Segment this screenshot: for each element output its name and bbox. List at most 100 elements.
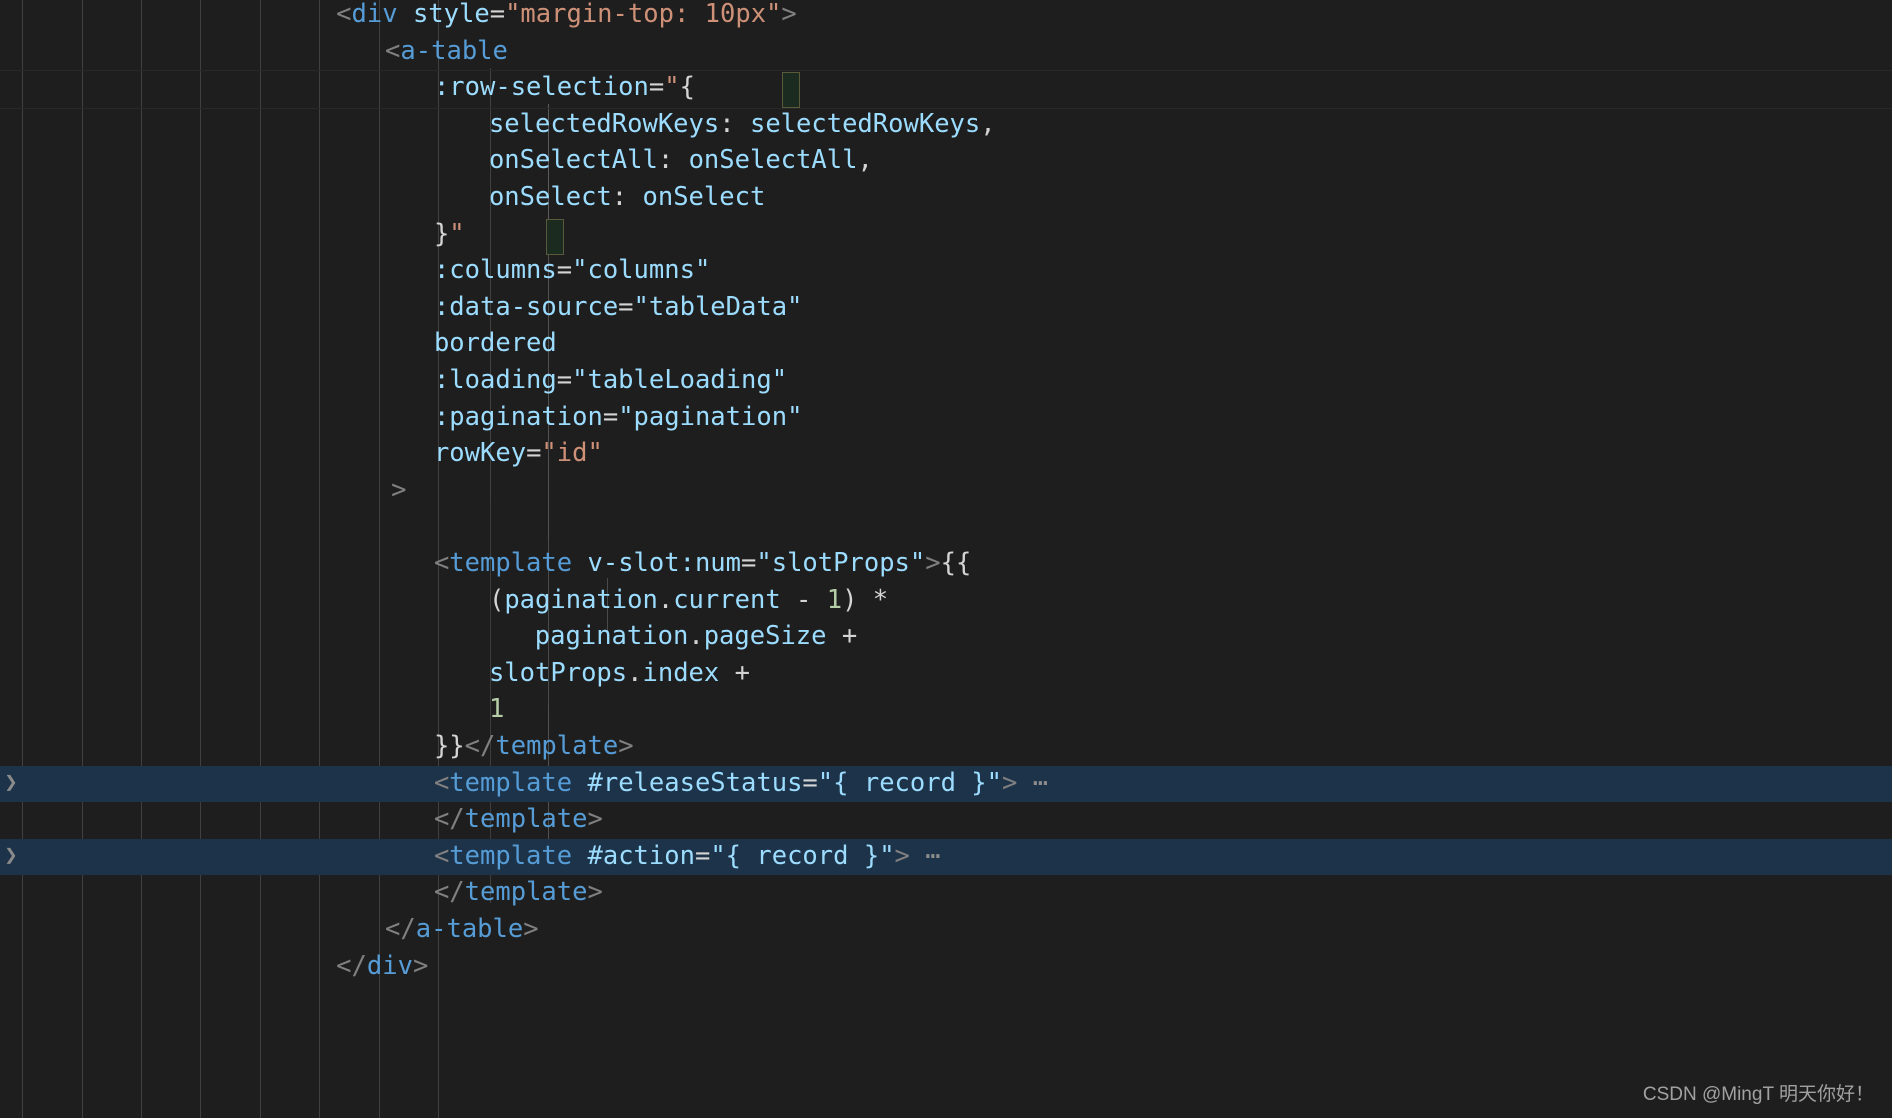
fold-chevron-icon[interactable]: ❯ xyxy=(2,765,20,802)
code-line[interactable]: <template v-slot:num="slotProps">{{ xyxy=(0,545,1892,582)
code-line[interactable]: pagination.pageSize + xyxy=(0,618,1892,655)
code-token: > xyxy=(894,840,910,871)
code-token: {{ xyxy=(940,548,972,578)
code-token: : xyxy=(719,108,750,139)
code-token: a-table xyxy=(415,914,524,944)
code-token: = xyxy=(556,255,573,286)
code-line[interactable]: }" xyxy=(0,216,1892,253)
code-token: : xyxy=(657,145,689,176)
code-token: + xyxy=(826,621,858,652)
code-token: template xyxy=(449,767,573,798)
code-token: " xyxy=(449,218,465,249)
code-line[interactable]: :data-source="tableData" xyxy=(0,289,1892,326)
code-token: > xyxy=(391,474,407,505)
code-line[interactable]: onSelectAll: onSelectAll, xyxy=(0,142,1892,179)
code-token: ⋯ xyxy=(909,840,941,871)
code-token: > xyxy=(587,877,603,908)
code-line[interactable]: onSelect: onSelect xyxy=(0,179,1892,216)
code-token: "slotProps" xyxy=(756,548,926,578)
code-token: onSelectAll xyxy=(688,145,858,176)
code-line[interactable]: :columns="columns" xyxy=(0,252,1892,289)
code-token: > xyxy=(925,548,941,578)
code-token: onSelect xyxy=(642,182,766,212)
code-token: = xyxy=(618,291,634,322)
code-token: template xyxy=(449,548,573,578)
code-line[interactable]: </div> xyxy=(0,948,1892,985)
code-line[interactable]: <template #releaseStatus="{ record }"> ⋯ xyxy=(0,765,1892,802)
code-line[interactable]: bordered xyxy=(0,325,1892,362)
code-token: </ xyxy=(385,914,416,944)
code-line[interactable]: slotProps.index + xyxy=(0,655,1892,692)
code-token: . xyxy=(657,584,674,615)
code-editor[interactable]: <div style="margin-top: 10px"> <a-table:r… xyxy=(0,0,1892,1118)
code-token: div xyxy=(351,0,398,29)
code-token: , xyxy=(857,145,873,176)
code-line[interactable] xyxy=(0,508,1892,545)
code-line[interactable]: </template> xyxy=(0,874,1892,911)
code-token: > xyxy=(1002,767,1018,798)
code-token: = xyxy=(648,72,665,103)
code-token: , xyxy=(980,108,996,139)
code-line[interactable]: :pagination="pagination" xyxy=(0,399,1892,436)
code-token: ( xyxy=(488,584,505,615)
code-token: template xyxy=(464,804,588,835)
code-token: :row-selection xyxy=(433,72,649,103)
code-token: current xyxy=(673,584,781,615)
code-line[interactable]: </a-table> xyxy=(0,911,1892,948)
fold-chevron-icon[interactable]: ❯ xyxy=(2,838,20,875)
code-token: pageSize xyxy=(703,621,827,652)
code-token: selectedRowKeys xyxy=(488,108,720,139)
code-token: = xyxy=(489,0,506,29)
code-line[interactable]: </template> xyxy=(0,801,1892,838)
code-token: </ xyxy=(336,950,367,981)
code-token: = xyxy=(741,548,757,578)
code-token: onSelectAll xyxy=(488,145,658,176)
code-token: div xyxy=(366,950,413,981)
code-line[interactable]: :row-selection="{ xyxy=(0,69,1892,106)
code-line[interactable]: }}</template> xyxy=(0,728,1892,765)
code-token: </ xyxy=(433,804,465,835)
code-token: onSelect xyxy=(488,182,612,212)
code-line[interactable]: > xyxy=(0,472,1892,509)
code-token: > xyxy=(587,804,603,835)
code-token: * xyxy=(857,584,889,615)
code-token: < xyxy=(433,767,450,798)
code-token: + xyxy=(719,657,750,688)
code-token: { xyxy=(679,72,695,103)
code-line[interactable]: rowKey="id" xyxy=(0,435,1892,472)
code-token: = xyxy=(526,438,542,469)
code-token: "tableData" xyxy=(633,291,803,322)
code-line[interactable]: <div style="margin-top: 10px"> xyxy=(0,0,1892,33)
code-token: :pagination xyxy=(433,401,603,432)
code-token: > xyxy=(781,0,797,29)
code-token: a-table xyxy=(400,35,508,66)
code-token: index xyxy=(642,657,720,688)
code-token: "{ record }" xyxy=(817,767,1003,798)
code-token: bordered xyxy=(433,328,557,359)
code-line[interactable]: 1 xyxy=(0,691,1892,728)
code-token: v-slot:num xyxy=(587,548,742,578)
code-token: template xyxy=(495,731,619,761)
code-token: 1 xyxy=(488,694,505,725)
code-lines[interactable]: <div style="margin-top: 10px"> <a-table:r… xyxy=(0,0,1892,1118)
code-token: :loading xyxy=(433,365,557,395)
code-token: slotProps xyxy=(488,657,628,688)
code-token: < xyxy=(433,548,450,578)
code-token: </ xyxy=(464,731,496,761)
code-token: : xyxy=(611,182,643,212)
code-line[interactable]: :loading="tableLoading" xyxy=(0,362,1892,399)
code-token: 1 xyxy=(826,584,843,615)
code-line[interactable]: (pagination.current - 1) * xyxy=(0,582,1892,619)
code-line[interactable]: selectedRowKeys: selectedRowKeys, xyxy=(0,106,1892,143)
code-token: </ xyxy=(433,877,465,908)
code-line[interactable]: <template #action="{ record }"> ⋯ xyxy=(0,838,1892,875)
code-token: "pagination" xyxy=(618,401,803,432)
code-token: = xyxy=(694,840,711,871)
code-token: ) xyxy=(842,584,858,615)
code-line[interactable]: <a-table xyxy=(0,33,1892,70)
code-token: }} xyxy=(433,731,465,761)
